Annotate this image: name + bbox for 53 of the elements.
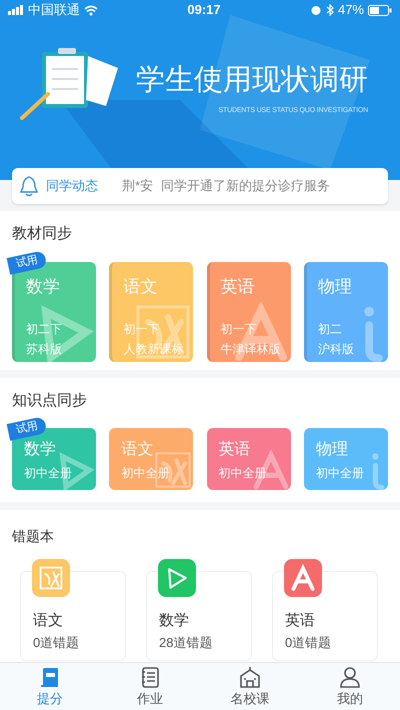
subject-name: 数学 <box>24 440 56 460</box>
subject-name: 物理 <box>318 276 352 298</box>
battery-icon <box>368 4 392 16</box>
scope-label: 初中全册 <box>24 465 72 482</box>
scope-label: 初中全册 <box>218 465 267 482</box>
textbook-card[interactable]: 物理 初二 沪科版 <box>304 262 388 362</box>
banner-title: 学生使用现状调研 <box>136 63 368 98</box>
edition-label: 牛津译林版 <box>220 341 281 358</box>
knowledge-card[interactable]: 英语 初中全册 <box>206 428 291 490</box>
mistake-count: 28道错题 <box>159 634 212 652</box>
subject-name: 语文 <box>121 440 154 460</box>
subject-name: 语文 <box>33 611 63 631</box>
tab-bar-item[interactable]: 作业 <box>100 663 200 710</box>
carrier-name: 中国联通 <box>28 1 80 20</box>
notice-label: 同学动态 <box>46 177 98 196</box>
knowledge-card[interactable]: 语文 初中全册 <box>109 428 194 490</box>
grade-label: 初一下 <box>123 321 160 338</box>
person-icon <box>338 664 362 689</box>
mistake-count: 0道错题 <box>285 634 332 652</box>
tab-bar-item[interactable]: 提分 <box>0 663 100 710</box>
student-name: 荆*安 <box>122 177 154 196</box>
grade-label: 初二 <box>318 321 342 338</box>
clock-time: 09:17 <box>187 1 221 20</box>
scope-label: 初中全册 <box>316 465 364 482</box>
edition-label: 沪科版 <box>318 341 354 358</box>
textbook-card[interactable]: 英语 初一下 牛津译林版 <box>206 262 291 362</box>
wifi-icon <box>84 4 98 16</box>
bluetooth-icon <box>326 4 334 16</box>
grade-label: 初一下 <box>220 321 257 338</box>
subject-name: 数学 <box>159 611 189 631</box>
edition-label: 人教新课标 <box>123 341 184 358</box>
grade-label: 初二下 <box>26 321 62 338</box>
battery-percentage: 47% <box>338 1 364 20</box>
activity-notice-bar[interactable]: 同学动态 荆*安 同学开通了新的提分诊疗服务 <box>12 168 388 204</box>
section-title: 教材同步 <box>12 224 72 244</box>
bell-icon <box>20 175 38 197</box>
mistake-count: 0道错题 <box>33 634 80 652</box>
subject-name: 数学 <box>26 276 60 298</box>
notice-message: 同学开通了新的提分诊疗服务 <box>161 177 330 196</box>
section-title: 知识点同步 <box>12 390 87 410</box>
tab-bar-item[interactable]: 我的 <box>300 663 400 710</box>
subject-name: 英语 <box>218 440 251 460</box>
edition-label: 苏科版 <box>26 341 62 358</box>
subject-name: 英语 <box>285 611 315 631</box>
tab-bar-item[interactable]: 名校课 <box>200 663 300 710</box>
scope-label: 初中全册 <box>121 465 170 482</box>
school-building-icon <box>238 664 262 689</box>
knowledge-card[interactable]: 物理 初中全册 <box>304 428 388 490</box>
section-title: 错题本 <box>12 527 54 546</box>
subject-name: 英语 <box>220 276 255 298</box>
subject-name: 语文 <box>123 276 158 298</box>
subject-name: 物理 <box>316 440 348 460</box>
signal-icon <box>8 5 24 15</box>
